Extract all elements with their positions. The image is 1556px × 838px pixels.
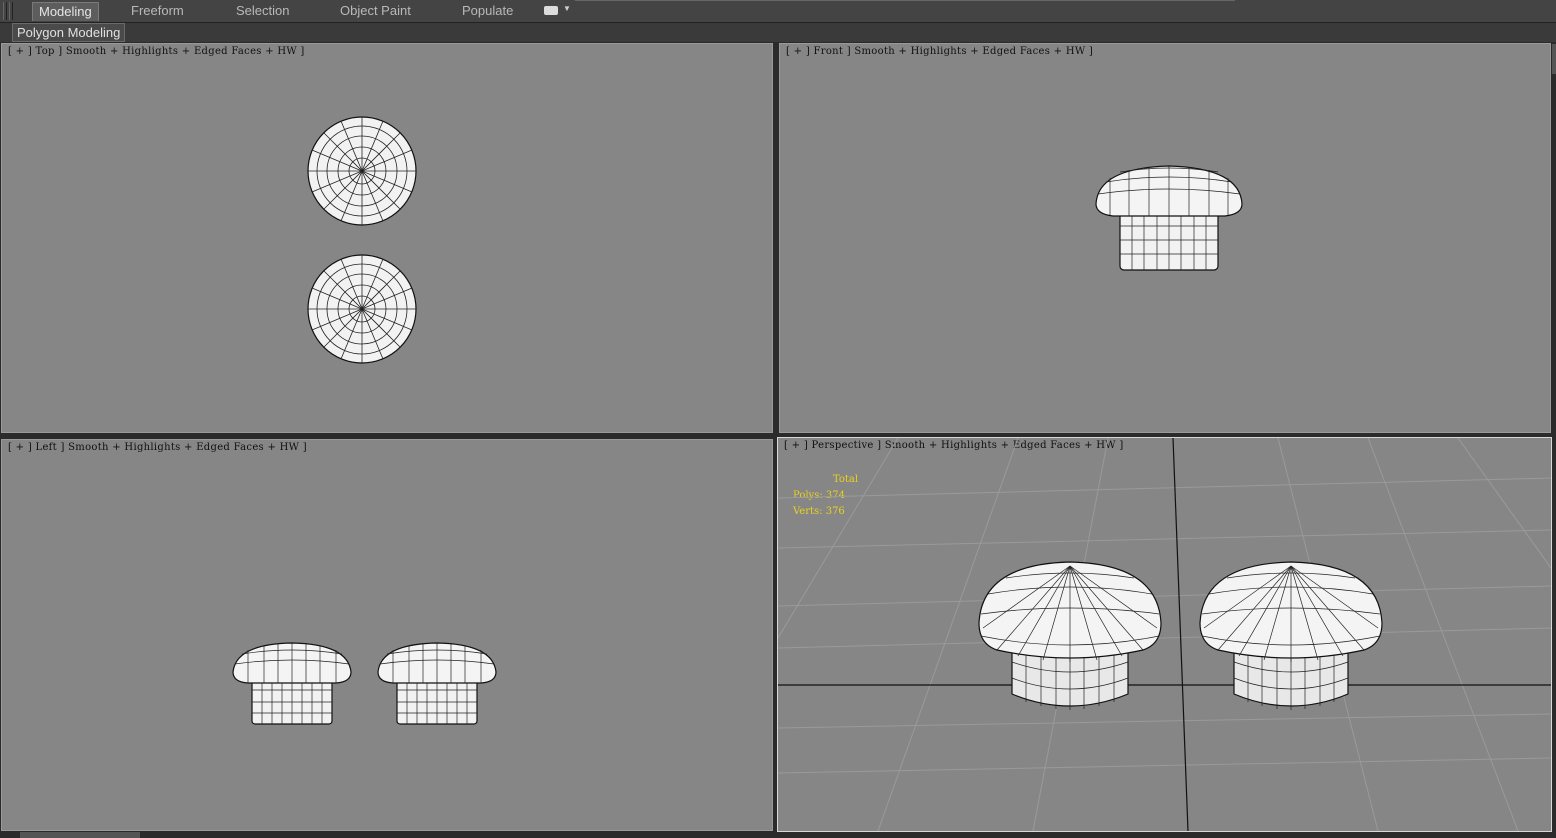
mushroom-left-1[interactable] (232, 642, 352, 725)
top-view-canvas (307, 116, 417, 364)
viewport-top[interactable]: [ + ] Top ] Smooth + Highlights + Edged … (1, 43, 773, 433)
mushroom-left-2[interactable] (377, 642, 497, 725)
viewport-perspective[interactable]: [ + ] Perspective ] Smooth + Highlights … (777, 437, 1552, 832)
chevron-down-icon[interactable]: ▼ (563, 4, 571, 13)
ribbon-grip[interactable] (9, 2, 13, 20)
tab-selection[interactable]: Selection (230, 2, 295, 20)
perspective-view-canvas (778, 438, 1551, 831)
ribbon-panel-strip: Polygon Modeling (0, 23, 1556, 42)
ribbon-options-icon[interactable] (544, 6, 558, 15)
left-view-canvas (232, 642, 497, 725)
time-slider[interactable] (20, 832, 140, 838)
grid-y-axis (1172, 438, 1189, 831)
mushroom-persp-1[interactable] (978, 561, 1162, 710)
polygon-modeling-panel-button[interactable]: Polygon Modeling (12, 23, 126, 42)
viewport-left[interactable]: [ + ] Left ] Smooth + Highlights + Edged… (1, 439, 773, 831)
divider (575, 0, 1235, 1)
ribbon-grip[interactable] (3, 2, 7, 20)
tab-populate[interactable]: Populate (456, 2, 519, 20)
tab-modeling[interactable]: Modeling (32, 2, 99, 21)
home-grid (778, 438, 1551, 831)
mushroom-top-1[interactable] (307, 116, 417, 226)
mushroom-persp-2[interactable] (1199, 561, 1383, 710)
mushroom-front[interactable] (1095, 165, 1243, 271)
mushroom-top-2[interactable] (307, 254, 417, 364)
viewport-scrollbar[interactable] (1552, 44, 1556, 74)
tab-freeform[interactable]: Freeform (125, 2, 190, 20)
status-bar (0, 832, 1556, 838)
front-view-canvas (1095, 165, 1243, 271)
ribbon-tab-bar: Modeling Freeform Selection Object Paint… (0, 0, 1556, 23)
viewport-front[interactable]: [ + ] Front ] Smooth + Highlights + Edge… (779, 43, 1551, 433)
tab-object-paint[interactable]: Object Paint (334, 2, 417, 20)
